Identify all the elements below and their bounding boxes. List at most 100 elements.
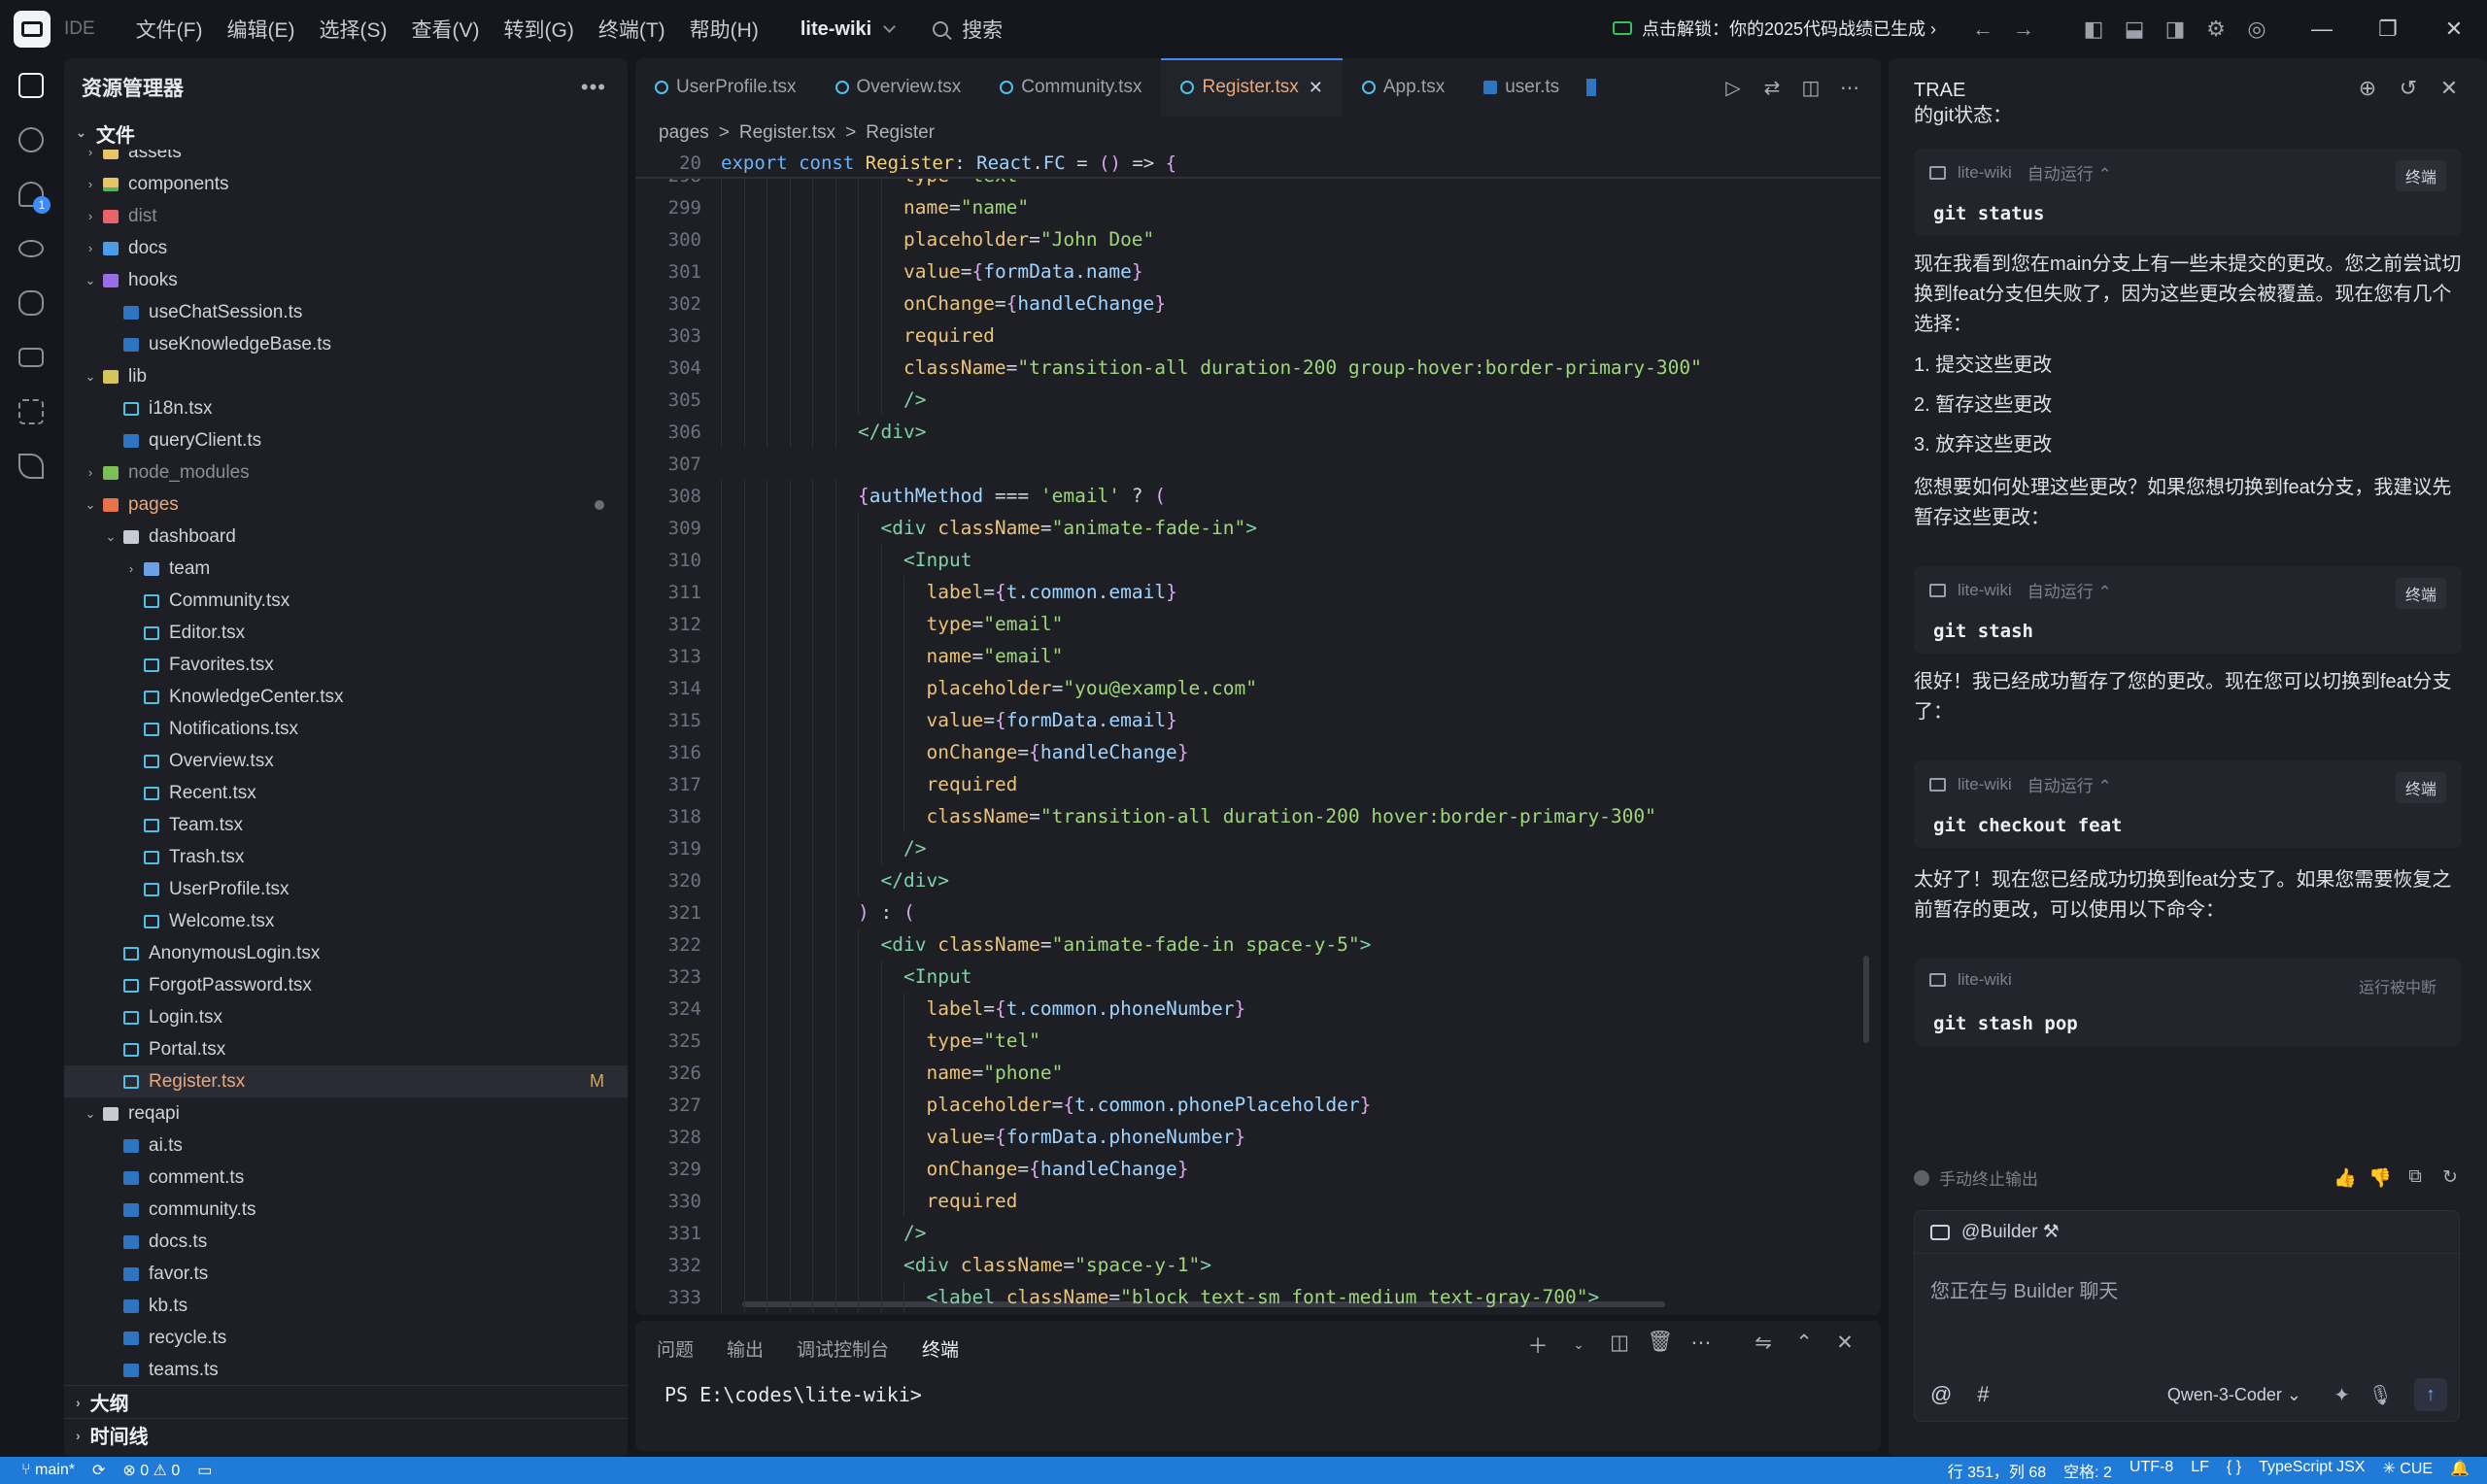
microphone-icon[interactable]: 🎙 [2368,1383,2393,1407]
panel-layout-icon[interactable]: ⇋ [1743,1331,1784,1360]
file-row[interactable]: Notifications.tsx [64,713,628,745]
editor-tab[interactable]: Register.tsx ✕ [1161,58,1344,117]
timeline-section-header[interactable]: › 时间线 [64,1418,628,1451]
new-terminal-icon[interactable]: ＋ [1517,1331,1558,1360]
maximize-icon[interactable]: ❐ [2355,0,2421,58]
file-row[interactable]: useChatSession.ts [64,296,628,328]
folder-row[interactable]: › docs [64,232,628,264]
file-row[interactable]: ForgotPassword.tsx [64,969,628,1001]
menu-item[interactable]: 选择(S) [320,15,388,44]
editor-tab[interactable]: user.ts [1464,58,1579,117]
minimize-icon[interactable]: — [2289,0,2355,58]
sync-icon[interactable]: ⟳ [92,1461,105,1480]
file-row[interactable]: useKnowledgeBase.ts [64,328,628,360]
trash-icon[interactable]: 🗑 [1640,1331,1681,1360]
file-row[interactable]: AnonymousLogin.tsx [64,937,628,969]
notifications-icon[interactable]: 🔔 [2450,1459,2470,1482]
file-encoding[interactable]: UTF-8 [2129,1459,2173,1482]
model-selector[interactable]: Qwen-3-Coder ⌄ [2167,1385,2301,1405]
chevron-down-icon[interactable]: ⌄ [1558,1331,1599,1360]
sparkle-icon[interactable]: ✦ [2334,1383,2350,1407]
breadcrumb-item[interactable]: Register [866,122,935,144]
menu-item[interactable]: 查看(V) [412,15,480,44]
panel-tab[interactable]: 终端 [922,1335,959,1362]
open-terminal-button[interactable]: 终端 [2395,772,2446,803]
language-mode[interactable]: TypeScript JSX [2259,1459,2365,1482]
file-row[interactable]: Trash.tsx [64,841,628,873]
regenerate-icon[interactable]: ↻ [2433,1166,2468,1190]
debug-bug-icon[interactable] [0,276,62,330]
file-row[interactable]: Editor.tsx [64,617,628,649]
file-row[interactable]: Welcome.tsx [64,905,628,937]
toggle-panel-icon[interactable]: ⬓ [2114,10,2155,49]
file-row[interactable]: KnowledgeCenter.tsx [64,681,628,713]
file-row[interactable]: Favorites.tsx [64,649,628,681]
more-actions-icon[interactable]: ••• [581,75,606,100]
account-icon[interactable]: ◎ [2236,10,2277,49]
forward-arrow-icon[interactable]: → [2003,10,2044,49]
file-row[interactable]: Team.tsx [64,809,628,841]
overflow-tab-icon[interactable] [1579,58,1604,117]
search-view-icon[interactable] [0,113,62,167]
folder-row[interactable]: ⌄ lib [64,360,628,392]
hash-icon[interactable]: # [1977,1382,1989,1407]
outline-section-header[interactable]: › 大纲 [64,1385,628,1418]
split-editor-icon[interactable]: ◫ [1791,76,1830,100]
file-row[interactable]: queryClient.ts [64,424,628,456]
file-row[interactable]: kb.ts [64,1290,628,1322]
promo-banner[interactable]: 点击解锁：你的2025代码战绩已生成 › [1613,16,1936,41]
editor-tab[interactable]: Community.tsx [980,58,1161,117]
remote-monitor-icon[interactable] [0,330,62,385]
compare-icon[interactable]: ⇄ [1753,76,1791,100]
folder-row[interactable]: › components [64,168,628,200]
files-section-header[interactable]: ⌄ 文件 [64,117,628,150]
menu-item[interactable]: 编辑(E) [227,15,295,44]
file-row[interactable]: teams.ts [64,1354,628,1385]
file-row[interactable]: Overview.tsx [64,745,628,777]
agent-selector[interactable]: @Builder ⚒ [1915,1211,2459,1254]
chat-status-icon[interactable]: ▭ [197,1461,212,1480]
more-icon[interactable]: ⋯ [1830,76,1869,100]
source-control-icon[interactable]: 1 [0,167,62,221]
new-chat-icon[interactable]: ⊕ [2347,76,2388,101]
wave-icon[interactable] [0,439,62,493]
file-row[interactable]: ai.ts [64,1130,628,1162]
editor-tab[interactable]: UserProfile.tsx [635,58,816,117]
tab-close-icon[interactable]: ✕ [1309,78,1323,98]
toggle-sidebar-icon[interactable]: ◧ [2073,10,2114,49]
close-chat-icon[interactable]: ✕ [2429,76,2470,101]
code-view[interactable]: 298type="text"299name="name"300placehold… [635,179,1881,1315]
folder-row[interactable]: ⌄ reqapi [64,1097,628,1130]
maximize-panel-icon[interactable]: ⌃ [1784,1331,1824,1360]
folder-row[interactable]: › node_modules [64,456,628,489]
file-row[interactable]: recycle.ts [64,1322,628,1354]
menu-item[interactable]: 转到(G) [504,15,574,44]
file-row[interactable]: Portal.tsx [64,1033,628,1065]
indent-spaces[interactable]: 空格: 2 [2063,1459,2112,1482]
split-terminal-icon[interactable]: ◫ [1599,1331,1640,1360]
menu-item[interactable]: 终端(T) [598,15,665,44]
chat-input-placeholder[interactable]: 您正在与 Builder 聊天 [1930,1275,2118,1303]
trae-logo-icon[interactable] [14,11,51,48]
file-row[interactable]: Register.tsx M [64,1065,628,1097]
back-arrow-icon[interactable]: ← [1962,10,2003,49]
send-button[interactable]: ↑ [2414,1378,2447,1411]
thumbs-up-icon[interactable]: 👍 [2328,1166,2363,1190]
braces-icon[interactable]: { } [2227,1459,2241,1482]
file-row[interactable]: favor.ts [64,1258,628,1290]
file-row[interactable]: comment.ts [64,1162,628,1194]
end-of-line[interactable]: LF [2191,1459,2209,1482]
folder-row[interactable]: ⌄ hooks [64,264,628,296]
breadcrumb-item[interactable]: Register.tsx [739,122,835,144]
open-terminal-button[interactable]: 终端 [2395,160,2446,191]
menu-item[interactable]: 帮助(H) [690,15,759,44]
file-row[interactable]: UserProfile.tsx [64,873,628,905]
breadcrumb-item[interactable]: pages [659,122,709,144]
more-icon[interactable]: ⋯ [1681,1331,1721,1360]
git-branch[interactable]: ⑂ main* [21,1462,75,1479]
folder-row[interactable]: ⌄ dashboard [64,521,628,553]
cursor-position[interactable]: 行 351，列 68 [1948,1459,2046,1482]
folder-row[interactable]: › dist [64,200,628,232]
chat-input-box[interactable]: @Builder ⚒ 您正在与 Builder 聊天 @ # Qwen-3-Co… [1914,1210,2460,1422]
file-row[interactable]: Login.tsx [64,1001,628,1033]
